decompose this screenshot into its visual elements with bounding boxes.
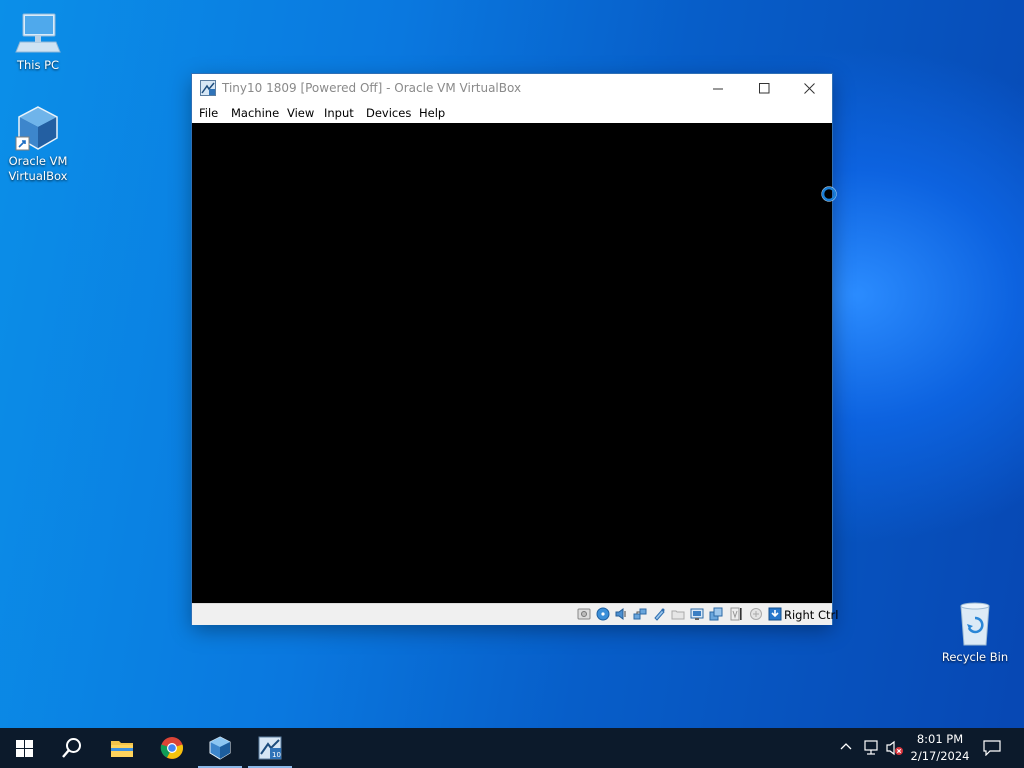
window-titlebar[interactable]: Tiny10 1809 [Powered Off] - Oracle VM Vi… — [192, 74, 832, 103]
cpu-icon[interactable] — [728, 607, 742, 621]
clock-date: 2/17/2024 — [910, 749, 970, 763]
taskbar-chrome[interactable] — [148, 728, 196, 768]
file-explorer-icon — [111, 741, 133, 757]
start-icon — [15, 739, 33, 757]
taskbar-vm-window[interactable]: 10 — [246, 728, 294, 768]
recycle-bin-icon — [951, 600, 999, 648]
virtualbox-icon — [14, 104, 62, 152]
mouse-integration-icon[interactable] — [749, 607, 763, 621]
minimize-icon — [712, 88, 723, 90]
menu-view[interactable]: View — [287, 106, 314, 120]
search-icon — [62, 738, 81, 758]
svg-text:10: 10 — [272, 751, 281, 759]
menu-devices[interactable]: Devices — [366, 106, 411, 120]
menu-bar: File Machine View Input Devices Help — [192, 103, 832, 123]
desktop-icon-virtualbox[interactable]: Oracle VM VirtualBox — [0, 104, 76, 184]
network-tray-icon[interactable] — [862, 740, 880, 756]
window-title: Tiny10 1809 [Powered Off] - Oracle VM Vi… — [222, 81, 522, 95]
desktop-icon-recycle-bin[interactable]: Recycle Bin — [937, 600, 1013, 665]
display-icon[interactable] — [690, 607, 704, 621]
chevron-up-icon[interactable] — [840, 740, 852, 754]
action-center-icon[interactable] — [983, 740, 1001, 756]
desktop-icon-label: This PC — [16, 58, 60, 72]
menu-machine[interactable]: Machine — [231, 106, 279, 120]
shared-folders-icon[interactable] — [671, 607, 685, 621]
computer-icon — [14, 8, 62, 56]
hard-disk-icon[interactable] — [577, 607, 591, 621]
desktop-icon-this-pc[interactable]: This PC — [0, 8, 76, 73]
close-icon — [803, 83, 815, 94]
maximize-button[interactable] — [741, 74, 787, 103]
taskbar: 10 8:01 PM 2/17/2024 — [0, 728, 1024, 768]
chrome-icon — [160, 737, 184, 759]
speaker-muted-icon[interactable] — [886, 740, 904, 756]
desktop-icon-label: Recycle Bin — [941, 650, 1009, 664]
vm-display[interactable] — [192, 123, 832, 603]
busy-cursor-icon — [821, 186, 837, 202]
start-button[interactable] — [0, 728, 48, 768]
recording-icon[interactable] — [709, 607, 723, 621]
virtualbox-icon — [209, 736, 231, 760]
host-key-label: Right Ctrl — [784, 608, 839, 622]
vm-window[interactable]: Tiny10 1809 [Powered Off] - Oracle VM Vi… — [192, 74, 838, 625]
network-icon[interactable] — [633, 607, 647, 621]
search-button[interactable] — [48, 728, 96, 768]
clock-time: 8:01 PM — [916, 732, 964, 746]
minimize-button[interactable] — [695, 74, 741, 103]
maximize-icon — [758, 83, 769, 94]
system-clock[interactable]: 8:01 PM 2/17/2024 — [905, 731, 975, 765]
menu-file[interactable]: File — [199, 106, 218, 120]
menu-help[interactable]: Help — [419, 106, 445, 120]
taskbar-virtualbox-manager[interactable] — [196, 728, 244, 768]
menu-input[interactable]: Input — [324, 106, 354, 120]
audio-icon[interactable] — [614, 607, 628, 621]
close-button[interactable] — [786, 74, 832, 103]
taskbar-file-explorer[interactable] — [98, 728, 146, 768]
usb-icon[interactable] — [652, 607, 666, 621]
virtualbox-app-icon — [200, 80, 216, 96]
optical-drive-icon[interactable] — [596, 607, 610, 621]
desktop-icon-label: Oracle VM VirtualBox — [8, 154, 68, 183]
status-bar: Right Ctrl — [192, 603, 838, 625]
keyboard-icon[interactable] — [768, 607, 782, 621]
vm-window-icon: 10 — [258, 736, 282, 760]
